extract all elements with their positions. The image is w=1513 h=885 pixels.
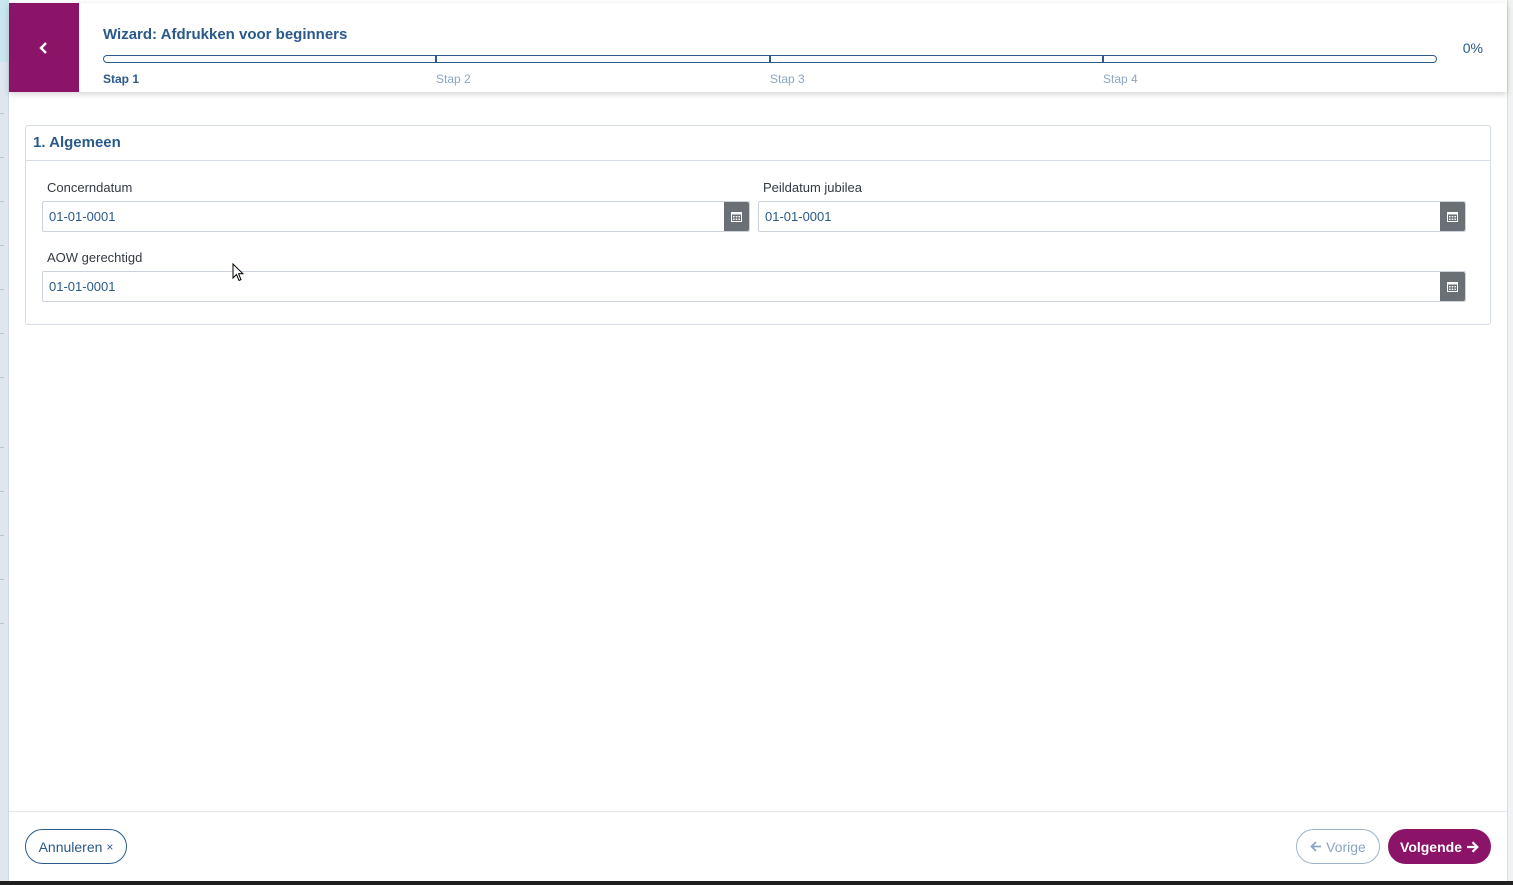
calendar-icon xyxy=(1447,212,1458,222)
step-label-3: Stap 3 xyxy=(770,72,805,86)
background-tick xyxy=(0,201,4,202)
next-button-label: Volgende xyxy=(1400,838,1462,855)
background-accent xyxy=(0,0,9,62)
aow-input[interactable] xyxy=(43,272,1440,301)
arrow-right-icon xyxy=(1466,840,1479,853)
step-label-2: Stap 2 xyxy=(436,72,471,86)
peildatum-input[interactable] xyxy=(759,202,1440,231)
background-tick xyxy=(0,491,4,492)
background-right-edge xyxy=(1507,0,1513,881)
chevron-left-icon xyxy=(39,41,47,54)
background-tick xyxy=(0,623,4,624)
section-title: 1. Algemeen xyxy=(26,126,1490,161)
background-tick xyxy=(0,113,4,114)
concerndatum-input[interactable] xyxy=(43,202,724,231)
wizard-header: Wizard: Afdrukken voor beginners Stap 1 … xyxy=(9,3,1507,92)
wizard-title: Wizard: Afdrukken voor beginners xyxy=(103,26,348,43)
background-tick xyxy=(0,289,4,290)
background-tick xyxy=(0,333,4,334)
aow-field xyxy=(42,271,1466,302)
progress-percent: 0% xyxy=(1462,40,1483,56)
step-divider xyxy=(769,55,771,63)
calendar-icon xyxy=(1447,282,1458,292)
cancel-button[interactable]: Annuleren × xyxy=(25,829,127,864)
background-tick xyxy=(0,377,4,378)
close-icon: × xyxy=(106,839,114,854)
cancel-button-label: Annuleren xyxy=(38,838,103,855)
background-tick xyxy=(0,579,4,580)
peildatum-calendar-button[interactable] xyxy=(1440,202,1465,231)
concerndatum-label: Concerndatum xyxy=(47,180,133,195)
section-card-algemeen: 1. Algemeen Concerndatum Peildatum jubil… xyxy=(25,125,1491,325)
next-button[interactable]: Volgende xyxy=(1388,829,1491,864)
mouse-cursor-icon xyxy=(232,263,244,282)
wizard-dialog: Wizard: Afdrukken voor beginners Stap 1 … xyxy=(9,3,1507,881)
step-label-1: Stap 1 xyxy=(103,72,140,86)
aow-label: AOW gerechtigd xyxy=(47,250,143,265)
concerndatum-field xyxy=(42,201,750,232)
step-divider xyxy=(1102,55,1104,63)
background-tick xyxy=(0,157,4,158)
peildatum-label: Peildatum jubilea xyxy=(763,180,863,195)
concerndatum-calendar-button[interactable] xyxy=(724,202,749,231)
calendar-icon xyxy=(731,212,742,222)
arrow-left-icon xyxy=(1310,841,1322,852)
background-app-strip xyxy=(0,0,9,885)
peildatum-field xyxy=(758,201,1466,232)
background-tick xyxy=(0,535,4,536)
background-tick xyxy=(0,447,4,448)
aow-calendar-button[interactable] xyxy=(1440,272,1465,301)
background-tick xyxy=(0,245,4,246)
step-label-4: Stap 4 xyxy=(1103,72,1138,86)
back-button[interactable] xyxy=(9,3,79,92)
step-divider xyxy=(435,55,437,63)
previous-button-label: Vorige xyxy=(1326,838,1366,855)
previous-button[interactable]: Vorige xyxy=(1296,829,1380,864)
background-bottom-bar xyxy=(0,881,1513,885)
wizard-footer: Annuleren × Vorige Volgende xyxy=(9,811,1507,881)
